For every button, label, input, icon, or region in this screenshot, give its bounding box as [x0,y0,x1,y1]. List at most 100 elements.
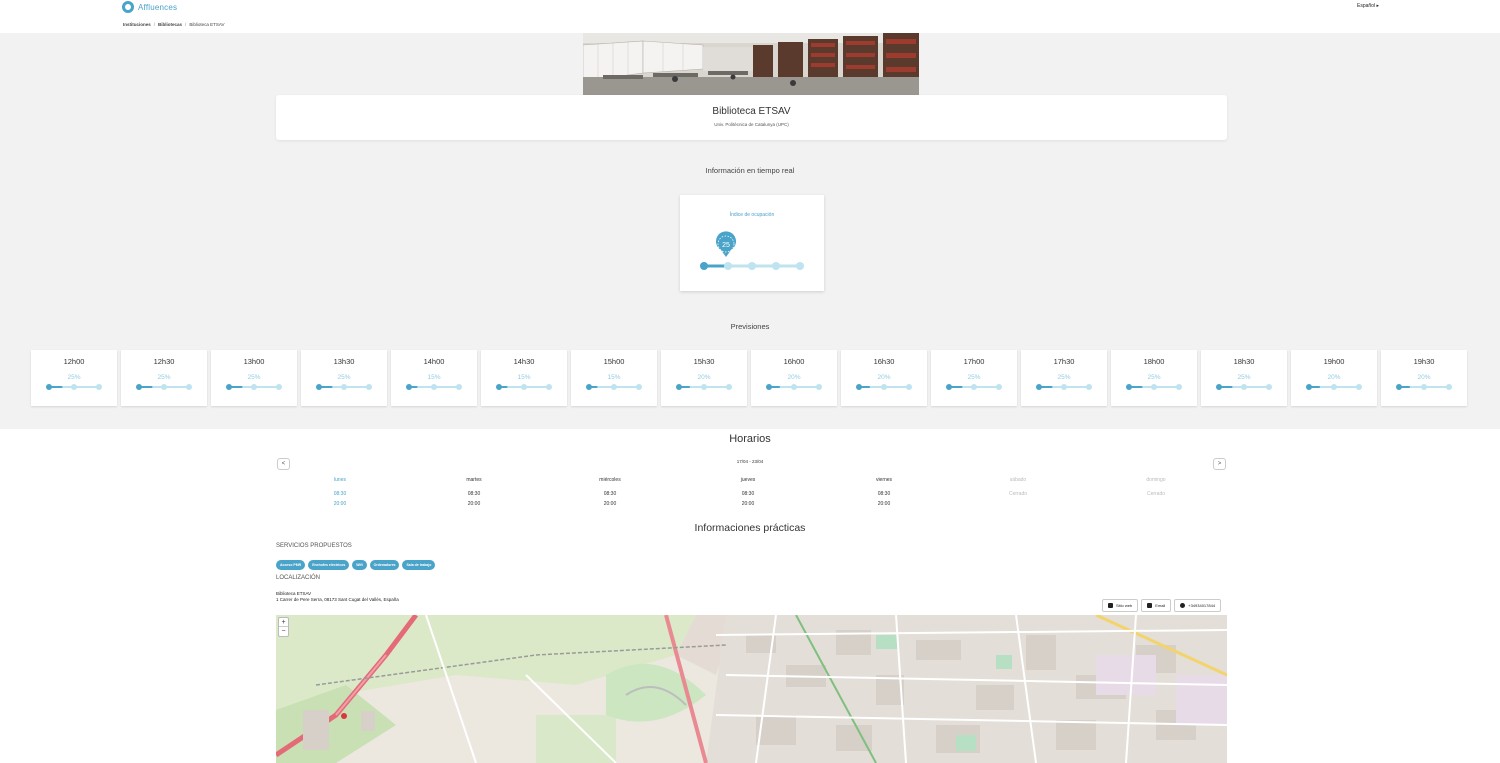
email-label: Email [1155,603,1166,608]
library-photo-illustration [583,33,919,95]
library-title-card: Biblioteca ETSAV Univ. Politècnica de Ca… [276,95,1227,140]
day-name: sábado [1009,477,1027,483]
day-name: lunes [334,477,346,483]
forecast-list: 12h00 25% 12h30 25% 13h00 25% 13h30 25% 14h00 15%… [31,350,1468,406]
forecast-card: 17h30 25% [1021,350,1107,406]
services-label: SERVICIOS PROPUESTOS [276,543,352,549]
forecast-percentage: 25% [1057,374,1071,381]
library-name: Biblioteca ETSAV [712,106,791,117]
day-name: domingo [1146,477,1166,483]
day-status: Cerrado [1146,491,1166,497]
breadcrumb-separator: / [185,22,187,27]
forecast-time: 18h30 [1233,357,1255,366]
forecast-card: 15h30 20% [661,350,747,406]
occupancy-card: Índice de ocupación 25 [680,195,824,291]
zoom-in-button[interactable]: + [279,618,288,627]
phone-button[interactable]: +34934017844 [1174,599,1222,612]
schedule-day-2: miércoles 08:30 20:00 [570,477,650,509]
schedule-day-3: jueves 08:30 20:00 [708,477,788,509]
forecast-card: 17h00 25% [931,350,1017,406]
library-institution: Univ. Politècnica de Catalunya (UPC) [714,122,789,127]
breadcrumb-item-instituciones[interactable]: Instituciones [123,22,151,27]
email-button[interactable]: Email [1141,599,1172,612]
envelope-icon [1147,603,1153,608]
forecast-time: 13h30 [333,357,355,366]
affluences-logo-icon [122,1,134,13]
forecast-percentage: 15% [427,374,441,381]
day-open-time: 08:30 [603,491,617,497]
day-open-time: 08:30 [741,491,755,497]
library-photo [583,33,919,95]
day-close-time: 20:00 [467,501,481,507]
schedule-title: Horarios [729,433,771,445]
forecast-bar [586,384,642,390]
day-name: viernes [875,477,893,483]
forecast-percentage: 25% [67,374,81,381]
service-tag: Sala de trabajo [402,560,436,570]
language-selector[interactable]: Español ▸ [1357,3,1379,9]
forecast-card: 14h00 15% [391,350,477,406]
forecast-card: 12h00 25% [31,350,117,406]
website-button[interactable]: Sitio web [1102,599,1139,612]
location-map[interactable] [276,615,1227,763]
brand-name: Affluences [138,2,178,12]
forecast-bar [1396,384,1452,390]
forecast-percentage: 25% [1237,374,1251,381]
map-zoom-control: + − [278,617,289,637]
day-status: Cerrado [1008,491,1028,497]
breadcrumb-item-current: Biblioteca ETSAV [189,22,225,27]
forecast-card: 18h30 25% [1201,350,1287,406]
location-label: LOCALIZACIÓN [276,575,321,581]
forecast-title: Previsiones [730,322,770,331]
forecast-bar [1126,384,1182,390]
forecast-card: 14h30 15% [481,350,567,406]
forecast-time: 14h30 [513,357,535,366]
forecast-time: 14h00 [423,357,445,366]
forecast-bar [136,384,192,390]
forecast-percentage: 25% [337,374,351,381]
phone-icon [1180,603,1186,608]
forecast-bar [1036,384,1092,390]
forecast-time: 19h30 [1413,357,1435,366]
forecast-time: 16h00 [783,357,805,366]
zoom-out-button[interactable]: − [279,627,288,636]
website-label: Sitio web [1116,603,1133,608]
forecast-bar [406,384,462,390]
forecast-bar [1306,384,1362,390]
forecast-time: 16h30 [873,357,895,366]
brand-logo[interactable]: Affluences [122,1,177,13]
forecast-bar [766,384,822,390]
forecast-card: 19h00 20% [1291,350,1377,406]
forecast-time: 19h00 [1323,357,1345,366]
forecast-percentage: 20% [787,374,801,381]
day-name: miércoles [599,477,621,483]
forecast-time: 17h30 [1053,357,1075,366]
day-open-time: 08:30 [877,491,891,497]
schedule-day-1: martes 08:30 20:00 [434,477,514,509]
forecast-time: 17h00 [963,357,985,366]
day-name: martes [466,477,482,483]
forecast-percentage: 25% [157,374,171,381]
service-tag: Enchufes eléctricos [308,560,350,570]
breadcrumb-item-bibliotecas[interactable]: Bibliotecas [158,22,182,27]
forecast-percentage: 20% [1327,374,1341,381]
forecast-percentage: 15% [607,374,621,381]
forecast-bar [46,384,102,390]
forecast-percentage: 25% [1147,374,1161,381]
practical-info-title: Informaciones prácticas [694,522,806,534]
day-name: jueves [740,477,756,483]
top-bar: Affluences Español ▸ Instituciones / Bib… [0,0,1500,33]
forecast-percentage: 20% [1417,374,1431,381]
service-tag: Ordenadores [369,560,400,570]
breadcrumb: Instituciones / Bibliotecas / Biblioteca… [123,22,225,27]
day-close-time: 20:00 [877,501,891,507]
forecast-card: 15h00 15% [571,350,657,406]
forecast-bar [496,384,552,390]
forecast-card: 16h30 20% [841,350,927,406]
forecast-bar [856,384,912,390]
service-tag: Acceso PMR [276,560,306,570]
address: Biblioteca ETSAV 1 Carrer de Pere Serra,… [276,591,399,603]
forecast-bar [316,384,372,390]
forecast-bar [946,384,1002,390]
schedule-day-6: domingo Cerrado [1116,477,1196,499]
